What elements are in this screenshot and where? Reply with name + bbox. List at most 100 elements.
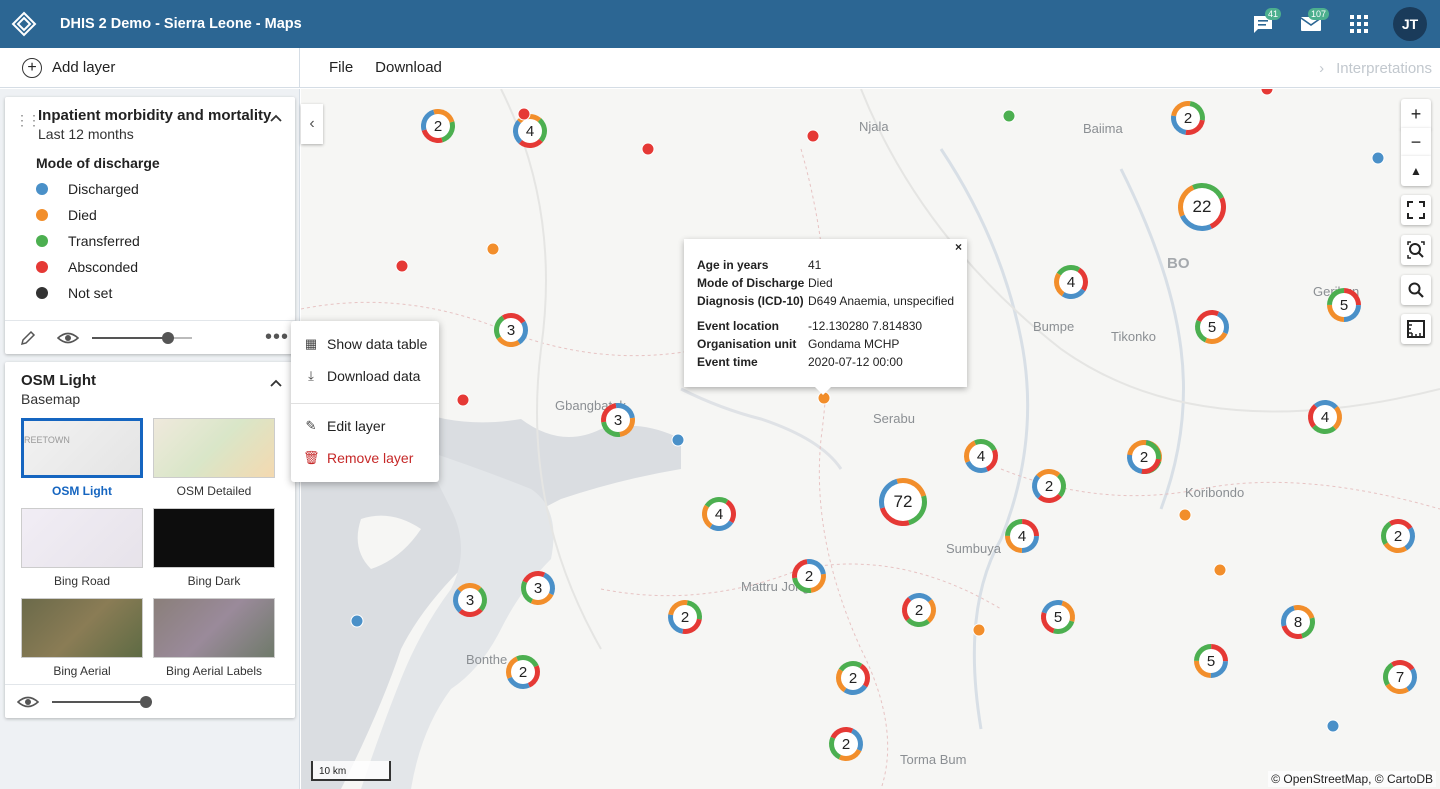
event-point-marker[interactable] — [486, 242, 500, 256]
close-icon[interactable]: × — [955, 240, 962, 254]
measure-button[interactable] — [1401, 314, 1431, 344]
event-cluster-marker[interactable]: 3 — [453, 583, 487, 617]
event-cluster-marker[interactable]: 2 — [792, 559, 826, 593]
download-data-item[interactable]: ⤓ Download data — [303, 368, 420, 384]
event-point-marker[interactable] — [1260, 89, 1274, 96]
event-cluster-marker[interactable]: 2 — [829, 727, 864, 762]
basemap-osm-detailed[interactable]: OSM Detailed — [153, 418, 275, 498]
event-point-marker[interactable] — [1371, 151, 1385, 165]
event-cluster-marker[interactable]: 4 — [964, 438, 998, 473]
basemap-bing-aerial-labels[interactable]: Bing Aerial Labels — [153, 598, 275, 678]
event-cluster-marker[interactable]: 2 — [902, 593, 936, 628]
event-point-marker[interactable] — [456, 393, 470, 407]
event-cluster-marker[interactable]: 4 — [1054, 265, 1088, 299]
messages-badge: 41 — [1264, 8, 1281, 20]
pencil-icon[interactable] — [19, 329, 37, 347]
dhis2-logo-icon[interactable] — [0, 0, 48, 48]
cluster-count: 4 — [1067, 274, 1075, 291]
event-cluster-marker[interactable]: 3 — [494, 313, 528, 347]
event-cluster-marker[interactable]: 4 — [1308, 400, 1343, 435]
apps-button[interactable] — [1335, 0, 1383, 48]
event-cluster-marker[interactable]: 8 — [1281, 605, 1315, 639]
cluster-count: 3 — [614, 412, 622, 429]
event-cluster-marker[interactable]: 2 — [835, 660, 871, 696]
event-point-marker[interactable] — [350, 614, 364, 628]
event-cluster-marker[interactable]: 5 — [1041, 600, 1075, 634]
search-button[interactable] — [1401, 275, 1431, 305]
opacity-slider[interactable] — [92, 332, 192, 344]
event-cluster-marker[interactable]: 3 — [521, 571, 555, 605]
event-cluster-marker[interactable]: 2 — [668, 600, 702, 634]
download-menu[interactable]: Download — [375, 59, 442, 76]
show-data-table-item[interactable]: ▦ Show data table — [303, 336, 428, 352]
basemap-opacity-slider[interactable] — [52, 696, 152, 708]
fit-bounds-button[interactable] — [1401, 235, 1431, 265]
eye-icon[interactable] — [17, 693, 39, 711]
cluster-count: 2 — [842, 736, 850, 753]
cluster-count: 2 — [519, 664, 527, 681]
event-cluster-marker[interactable]: 5 — [1326, 288, 1362, 322]
cluster-count: 2 — [681, 609, 689, 626]
event-point-marker[interactable] — [1213, 563, 1227, 577]
opacity-slider-knob[interactable] — [162, 332, 174, 344]
event-cluster-marker[interactable]: 72 — [879, 478, 927, 526]
event-point-marker[interactable] — [806, 129, 820, 143]
event-cluster-marker[interactable]: 2 — [1032, 468, 1066, 504]
event-cluster-marker[interactable]: 4 — [1004, 519, 1039, 553]
event-cluster-marker[interactable]: 2 — [421, 109, 455, 143]
inbox-button[interactable]: 107 — [1287, 0, 1335, 48]
download-icon: ⤓ — [308, 368, 314, 383]
cluster-count: 72 — [894, 492, 913, 511]
chevron-up-icon[interactable] — [269, 376, 283, 390]
fullscreen-button[interactable] — [1401, 195, 1431, 225]
event-point-marker[interactable] — [972, 623, 986, 637]
pencil-icon: ✎ — [305, 418, 317, 433]
cluster-count: 2 — [849, 670, 857, 687]
messages-button[interactable]: 41 — [1239, 0, 1287, 48]
event-point-marker[interactable] — [1178, 508, 1192, 522]
zoom-out-button[interactable]: − — [1401, 128, 1431, 156]
event-cluster-marker[interactable]: 7 — [1383, 660, 1417, 694]
edit-layer-item[interactable]: ✎ Edit layer — [303, 418, 386, 434]
basemap-opacity-knob[interactable] — [140, 696, 152, 708]
event-point-marker[interactable] — [395, 259, 409, 273]
basemap-bing-road[interactable]: Bing Road — [21, 508, 143, 588]
chevron-up-icon[interactable] — [269, 111, 283, 125]
file-menu[interactable]: File — [329, 59, 353, 76]
collapse-panel-button[interactable]: ‹ — [301, 104, 323, 144]
event-cluster-marker[interactable]: 2 — [506, 655, 540, 689]
event-point-marker[interactable] — [1002, 109, 1016, 123]
event-cluster-marker[interactable]: 22 — [1178, 182, 1226, 232]
event-cluster-marker[interactable]: 4 — [702, 497, 736, 531]
reset-bearing-button[interactable]: ▲ — [1401, 156, 1431, 186]
fullscreen-icon — [1407, 201, 1425, 219]
event-cluster-marker[interactable]: 5 — [1195, 310, 1229, 344]
event-cluster-marker[interactable]: 2 — [1171, 100, 1205, 135]
event-cluster-marker[interactable]: 2 — [1127, 440, 1161, 474]
popup-value: D649 Anaemia, unspecified — [808, 294, 955, 308]
user-avatar[interactable]: JT — [1393, 7, 1427, 41]
event-cluster-marker[interactable]: 4 — [513, 114, 547, 148]
add-layer-button[interactable]: + Add layer — [0, 47, 300, 88]
popup-row: Age in years 41 — [697, 258, 821, 272]
basemap-bing-aerial[interactable]: Bing Aerial — [21, 598, 143, 678]
event-point-marker[interactable] — [517, 107, 531, 121]
event-cluster-marker[interactable]: 2 — [1381, 519, 1415, 553]
event-popup: × Age in years 41 Mode of Discharge Died Dia… — [684, 239, 967, 395]
event-point-marker[interactable] — [641, 142, 655, 156]
eye-icon[interactable] — [57, 329, 79, 347]
event-cluster-marker[interactable]: 5 — [1194, 644, 1228, 678]
event-point-marker[interactable] — [671, 433, 685, 447]
map-canvas[interactable]: Njala Baiima BO Gerihun Bumpe Tikonko Gb… — [301, 89, 1440, 789]
remove-layer-item[interactable]: 🗑 Remove layer — [303, 450, 413, 466]
basemap-bing-dark[interactable]: Bing Dark — [153, 508, 275, 588]
cluster-count: 2 — [434, 118, 442, 135]
basemap-osm-light[interactable]: REETOWN OSM Light — [21, 418, 143, 498]
event-point-marker[interactable] — [1326, 719, 1340, 733]
event-cluster-marker[interactable]: 3 — [601, 403, 635, 437]
cluster-count: 3 — [507, 322, 515, 339]
more-options-icon[interactable]: ••• — [265, 326, 289, 349]
interpretations-button[interactable]: › Interpretations — [1319, 48, 1432, 88]
drag-handle-icon[interactable]: ⋮⋮ — [15, 113, 41, 127]
zoom-in-button[interactable]: + — [1401, 99, 1431, 129]
